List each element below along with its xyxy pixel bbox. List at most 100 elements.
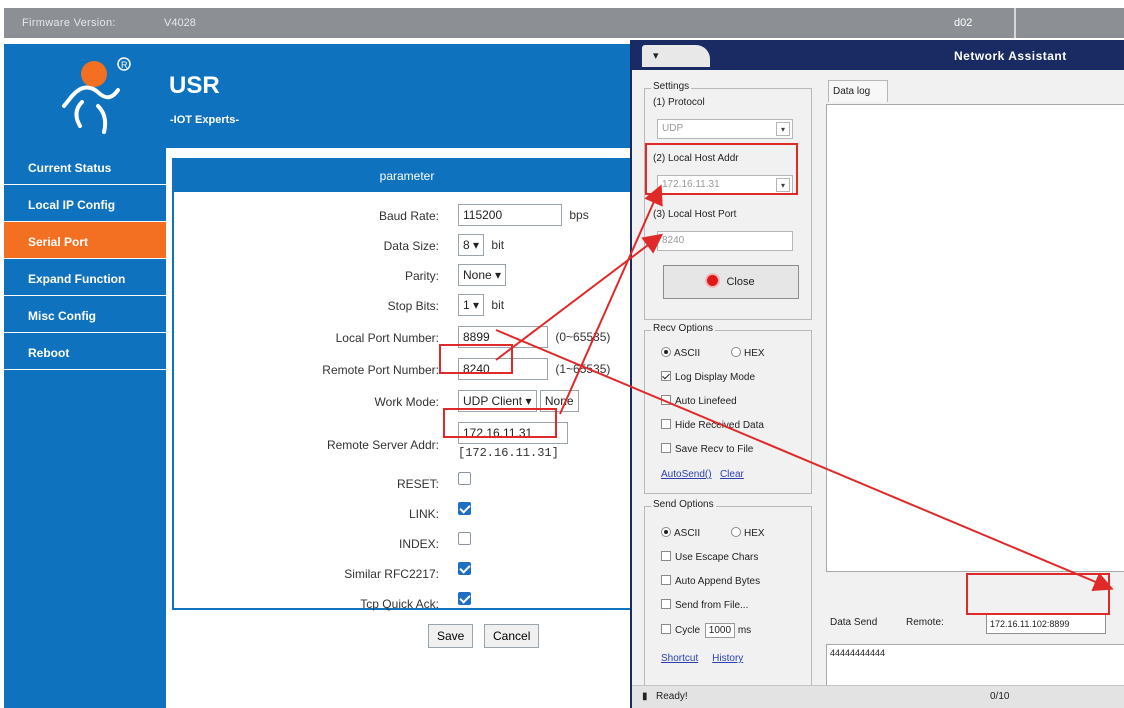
firmware-label: Firmware Version: xyxy=(22,17,116,29)
cancel-button[interactable]: Cancel xyxy=(484,624,540,648)
radio-selected-icon xyxy=(661,347,671,357)
sidebar-item-current-status[interactable]: Current Status xyxy=(4,148,166,185)
usr-logo-icon: R xyxy=(52,50,142,138)
send-links: Shortcut History xyxy=(661,653,743,664)
recv-hex-radio[interactable]: HEX xyxy=(731,347,765,359)
radio-selected-icon xyxy=(661,527,671,537)
chevron-down-icon: ▾ xyxy=(473,298,480,312)
checkbox-icon xyxy=(661,395,671,405)
send-options-group: Send Options ASCII HEX Use Escape Chars … xyxy=(644,499,812,704)
work-mode-row: Work Mode: UDP Client ▾ None xyxy=(174,390,644,414)
page-header: R USR -IOT Experts- xyxy=(4,44,644,148)
checkbox-icon xyxy=(661,419,671,429)
cycle-unit: ms xyxy=(737,625,752,636)
close-button-label: Close xyxy=(726,276,755,288)
data-size-row: Data Size: 8 ▾ bit xyxy=(174,234,644,258)
work-mode-extra-value: None xyxy=(544,394,574,408)
protocol-select[interactable]: UDP ▾ xyxy=(657,119,793,139)
assistant-status-bar: ▮ Ready! 0/10 xyxy=(632,685,1124,708)
auto-append-checkbox[interactable]: Auto Append Bytes xyxy=(661,575,760,587)
data-size-value: 8 xyxy=(463,238,470,252)
auto-linefeed-checkbox[interactable]: Auto Linefeed xyxy=(661,395,737,407)
ready-icon: ▮ xyxy=(642,691,648,702)
send-options-title: Send Options xyxy=(651,499,716,510)
checkbox-icon xyxy=(661,551,671,561)
assistant-title: Network Assistant xyxy=(954,49,1067,63)
annotation-box-remote-addr xyxy=(443,408,557,438)
remote-addr-resolved: [172.16.11.31] xyxy=(458,446,559,460)
close-button[interactable]: Close xyxy=(663,265,799,299)
annotation-box-remote-field xyxy=(966,573,1110,615)
shortcut-link[interactable]: Shortcut xyxy=(661,653,698,664)
recv-options-title: Recv Options xyxy=(651,323,716,334)
assistant-menu-tab[interactable]: ▾ xyxy=(642,45,710,67)
parity-label: Parity: xyxy=(404,269,439,283)
status-count: 0/10 xyxy=(990,691,1010,702)
data-send-label: Data Send xyxy=(830,617,878,628)
remote-label: Remote: xyxy=(906,617,944,628)
cycle-input[interactable]: 1000 xyxy=(704,623,736,638)
send-from-file-checkbox[interactable]: Send from File... xyxy=(661,599,748,611)
remote-address-input[interactable]: 172.16.11.102:8899 xyxy=(986,614,1106,634)
host-port-input[interactable]: 8240 xyxy=(657,231,793,251)
save-recv-label: Save Recv to File xyxy=(675,444,754,455)
firmware-bar: Firmware Version: V4028 d02 xyxy=(4,8,1124,38)
sidebar-item-expand-function[interactable]: Expand Function xyxy=(4,259,166,296)
remote-port-label: Remote Port Number: xyxy=(322,363,439,377)
stop-bits-select[interactable]: 1 ▾ xyxy=(458,294,485,316)
parity-select[interactable]: None ▾ xyxy=(458,264,507,286)
topbar-right-text: d02 xyxy=(954,17,973,29)
history-link[interactable]: History xyxy=(712,653,743,664)
auto-linefeed-label: Auto Linefeed xyxy=(675,396,737,407)
tcp-quick-ack-checkbox[interactable] xyxy=(458,592,471,605)
sidebar-item-serial-port[interactable]: Serial Port xyxy=(4,222,166,259)
local-port-label: Local Port Number: xyxy=(335,331,439,345)
hide-received-checkbox[interactable]: Hide Received Data xyxy=(661,419,764,431)
autosend-link[interactable]: AutoSend() xyxy=(661,469,712,480)
save-button[interactable]: Save xyxy=(428,624,474,648)
status-ready: Ready! xyxy=(656,691,688,702)
data-log-area[interactable] xyxy=(826,104,1124,572)
chevron-down-icon: ▾ xyxy=(525,394,532,408)
reset-checkbox[interactable] xyxy=(458,472,471,485)
remote-port-row: Remote Port Number: (1~65535) xyxy=(174,358,644,382)
brand-tagline: -IOT Experts- xyxy=(170,114,240,126)
serial-port-content: parameter Baud Rate: bps Data Size: 8 ▾ … xyxy=(166,148,644,708)
rfc2217-checkbox[interactable] xyxy=(458,562,471,575)
checkbox-checked-icon xyxy=(661,371,671,381)
remote-addr-label: Remote Server Addr: xyxy=(326,438,439,452)
send-hex-radio[interactable]: HEX xyxy=(731,527,765,539)
baud-rate-input[interactable] xyxy=(458,204,562,226)
rfc2217-row: Similar RFC2217: xyxy=(174,562,644,586)
svg-text:R: R xyxy=(121,60,128,70)
sidebar-item-misc-config[interactable]: Misc Config xyxy=(4,296,166,333)
cycle-checkbox[interactable]: Cycle 1000 ms xyxy=(661,623,751,638)
auto-append-label: Auto Append Bytes xyxy=(675,576,761,587)
clear-link[interactable]: Clear xyxy=(720,469,744,480)
radio-icon xyxy=(731,347,741,357)
cycle-label: Cycle xyxy=(675,625,701,636)
remote-addr-row: Remote Server Addr: [172.16.11.31] xyxy=(174,422,644,468)
stop-bits-value: 1 xyxy=(463,298,470,312)
checkbox-icon xyxy=(661,575,671,585)
data-log-tab[interactable]: Data log xyxy=(828,80,888,102)
tcp-quick-ack-row: Tcp Quick Ack: xyxy=(174,592,644,616)
sidebar-item-reboot[interactable]: Reboot xyxy=(4,333,166,370)
index-checkbox[interactable] xyxy=(458,532,471,545)
data-size-select[interactable]: 8 ▾ xyxy=(458,234,485,256)
data-size-label: Data Size: xyxy=(383,239,439,253)
baud-rate-unit: bps xyxy=(569,208,589,222)
settings-group: Settings (1) Protocol UDP ▾ (2) Local Ho… xyxy=(644,81,812,320)
local-port-row: Local Port Number: (0~65535) xyxy=(174,326,644,350)
log-display-checkbox[interactable]: Log Display Mode xyxy=(661,371,755,383)
recv-ascii-radio[interactable]: ASCII xyxy=(661,347,700,359)
sidebar-item-local-ip-config[interactable]: Local IP Config xyxy=(4,185,166,222)
escape-chars-checkbox[interactable]: Use Escape Chars xyxy=(661,551,758,563)
host-port-label: (3) Local Host Port xyxy=(653,209,737,220)
send-from-file-label: Send from File... xyxy=(675,600,749,611)
send-ascii-radio[interactable]: ASCII xyxy=(661,527,700,539)
save-recv-checkbox[interactable]: Save Recv to File xyxy=(661,443,753,455)
local-port-range: (0~65535) xyxy=(555,330,611,344)
link-checkbox[interactable] xyxy=(458,502,471,515)
connection-status-icon xyxy=(707,275,719,286)
